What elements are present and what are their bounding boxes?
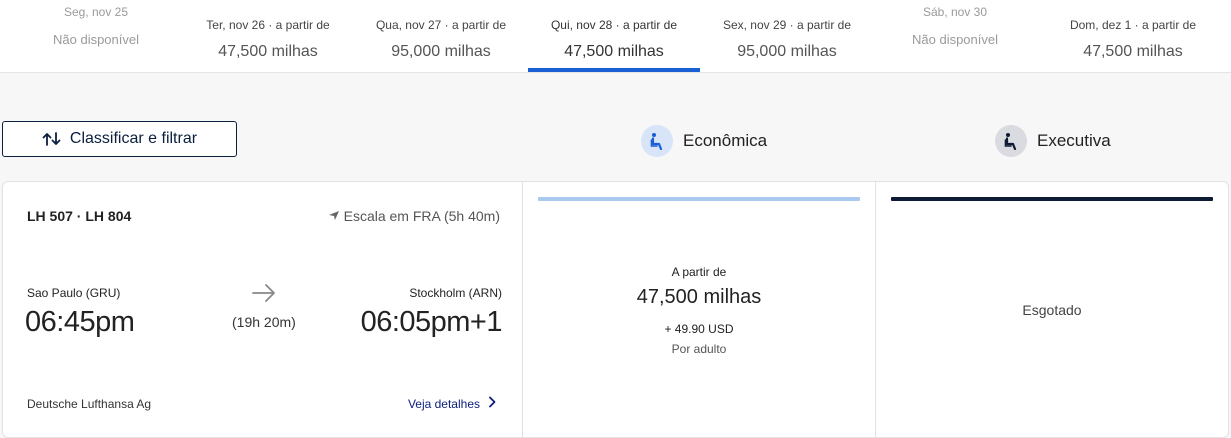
date-tab-label: Qua, nov 27 · a partir de [375,18,507,32]
date-tab-label: Seg, nov 25 [63,5,129,19]
fare-per-adult: Por adulto [671,342,727,356]
date-tab-nov-27[interactable]: Qua, nov 27 · a partir de 95,000 milhas [355,0,527,72]
origin-airport: Sao Paulo (GRU) [27,286,121,300]
cabin-header-economy: Econômica [641,124,767,158]
fare-bar-economy [538,197,860,201]
date-tab-label: Sex, nov 29 · a partir de [722,18,852,32]
date-tab-price: 95,000 milhas [391,43,491,60]
date-tab-label: Dom, dez 1 · a partir de [1069,18,1197,32]
date-tab-dec-1[interactable]: Dom, dez 1 · a partir de 47,500 milhas [1047,0,1219,72]
fare-option-economy[interactable]: A partir de 47,500 milhas + 49.90 USD Po… [523,181,876,438]
date-tab-price: 47,500 milhas [1083,43,1183,60]
fare-option-business: Esgotado [876,181,1229,438]
carrier-name: Deutsche Lufthansa Ag [27,397,152,411]
date-tab-price: Não disponível [53,32,139,47]
date-tab-nov-28[interactable]: Qui, nov 28 · a partir de 47,500 milhas [528,0,700,72]
date-tab-label: Sáb, nov 30 [922,5,988,19]
date-tab-label: Ter, nov 26 · a partir de [206,18,330,32]
fare-price: 47,500 milhas [636,286,762,308]
chevron-right-icon [488,396,496,411]
cabin-label-business: Executiva [1037,131,1111,150]
fare-taxes: + 49.90 USD [664,322,734,336]
date-tab-price: Não disponível [912,32,998,47]
flight-card: LH 507 · LH 804 Escala em FRA (5h 40m) S… [2,181,523,438]
view-details-link[interactable]: Veja detalhes [408,396,496,411]
active-tab-indicator [528,68,700,72]
date-tab-price: 95,000 milhas [737,43,837,60]
sort-filter-label: Classificar e filtrar [69,130,198,147]
flight-numbers: LH 507 · LH 804 [27,208,132,224]
date-tab-nov-29[interactable]: Sex, nov 29 · a partir de 95,000 milhas [701,0,873,72]
seat-icon [641,125,673,157]
view-details-label: Veja detalhes [407,396,480,411]
date-tab-nov-25[interactable]: Seg, nov 25 Não disponível [10,0,182,72]
fare-from-label: A partir de [671,265,727,279]
date-tab-nov-30[interactable]: Sáb, nov 30 Não disponível [869,0,1041,72]
plane-icon [328,208,340,224]
flight-duration: (19h 20m) [232,314,296,330]
sort-filter-button[interactable]: Classificar e filtrar [2,121,237,157]
date-tab-price: 47,500 milhas [218,43,318,60]
fare-bar-business [891,197,1213,201]
seat-icon [995,125,1027,157]
date-tab-price: 47,500 milhas [564,43,664,60]
sort-arrows-icon [42,132,62,146]
destination-airport: Stockholm (ARN) [409,286,502,300]
stop-info: Escala em FRA (5h 40m) [328,208,500,224]
cabin-header-business: Executiva [995,124,1111,158]
arrow-right-icon [251,282,277,309]
departure-time: 06:45pm [25,306,135,338]
date-strip: Seg, nov 25 Não disponível Ter, nov 26 ·… [0,0,1231,73]
stop-label: Escala em FRA (5h 40m) [343,208,500,224]
date-tab-nov-26[interactable]: Ter, nov 26 · a partir de 47,500 milhas [182,0,354,72]
sold-out-label: Esgotado [1022,302,1082,318]
cabin-label-economy: Econômica [683,131,768,150]
arrival-time: 06:05pm+1 [360,306,503,338]
date-tab-label: Qui, nov 28 · a partir de [550,18,678,32]
